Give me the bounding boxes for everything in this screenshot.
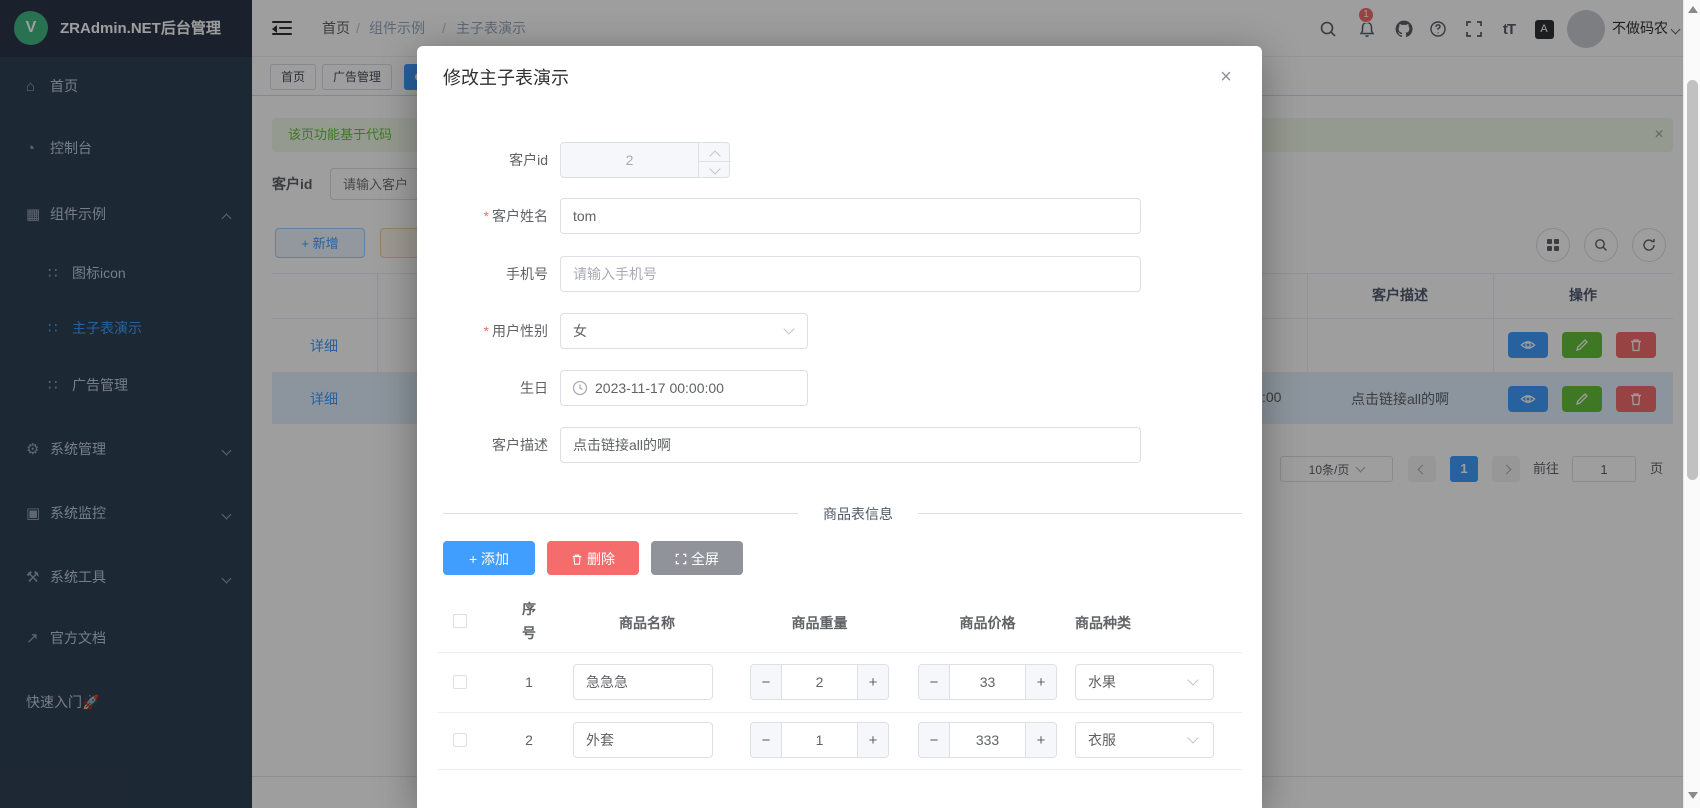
decrease-button[interactable]: − — [751, 723, 781, 757]
weight-value[interactable]: 2 — [781, 665, 858, 699]
increase-button[interactable]: + — [858, 723, 888, 757]
phone-input[interactable] — [560, 256, 1141, 292]
edit-dialog: 修改主子表演示 × 客户id 2 *客户姓名 手机号 *用户性别 女 生日 20… — [417, 46, 1262, 808]
gender-select[interactable]: 女 — [560, 313, 808, 349]
decrease-button[interactable]: − — [919, 723, 949, 757]
price-value[interactable]: 33 — [949, 665, 1026, 699]
row-seq: 2 — [513, 732, 545, 748]
section-title: 商品表信息 — [798, 504, 918, 524]
clock-icon — [572, 380, 588, 396]
customer-id-input: 2 — [560, 142, 698, 178]
field-label-customer-id: 客户id — [430, 142, 548, 178]
field-label-birthday: 生日 — [430, 370, 548, 406]
required-mark: * — [484, 323, 489, 339]
spinner-divider — [699, 161, 731, 162]
price-stepper: − 333 + — [918, 722, 1057, 758]
button-label: 删除 — [587, 551, 615, 567]
child-header-weight: 商品重量 — [750, 613, 889, 633]
dialog-title: 修改主子表演示 — [443, 64, 569, 90]
scroll-up-arrow[interactable] — [1688, 6, 1698, 13]
child-fullscreen-button[interactable]: 全屏 — [651, 541, 743, 575]
description-input[interactable] — [560, 427, 1141, 463]
table-border — [437, 712, 1242, 713]
product-name-input[interactable] — [573, 722, 713, 758]
product-name-input[interactable] — [573, 664, 713, 700]
select-all-checkbox[interactable] — [453, 614, 467, 628]
decrease-button[interactable]: − — [919, 665, 949, 699]
price-value[interactable]: 333 — [949, 723, 1026, 757]
child-header-seq: 序号 — [513, 599, 545, 643]
browser-scrollbar[interactable] — [1683, 0, 1700, 808]
spinner-down-icon[interactable] — [709, 163, 720, 174]
table-border — [437, 652, 1242, 653]
app-root: V ZRAdmin.NET后台管理 ⌂首页 ◔控制台 ▦组件示例 ∷图标icon… — [0, 0, 1700, 808]
weight-stepper: − 2 + — [750, 664, 889, 700]
child-header-type: 商品种类 — [1075, 613, 1214, 633]
section-divider — [918, 513, 1242, 514]
field-label-description: 客户描述 — [430, 427, 548, 463]
child-delete-button[interactable]: 删除 — [547, 541, 639, 575]
field-label-gender: *用户性别 — [430, 313, 548, 349]
weight-value[interactable]: 1 — [781, 723, 858, 757]
child-header-name: 商品名称 — [573, 613, 721, 633]
section-divider — [443, 513, 798, 514]
increase-button[interactable]: + — [858, 665, 888, 699]
table-border — [437, 769, 1242, 770]
birthday-date-input[interactable]: 2023-11-17 00:00:00 — [560, 370, 808, 406]
scroll-down-arrow[interactable] — [1688, 792, 1698, 799]
row-checkbox[interactable] — [453, 733, 467, 747]
field-label-phone: 手机号 — [430, 256, 548, 292]
customer-name-input[interactable] — [560, 198, 1141, 234]
increase-button[interactable]: + — [1026, 723, 1056, 757]
field-label-customer-name: *客户姓名 — [430, 198, 548, 234]
child-header-price: 商品价格 — [918, 613, 1057, 633]
row-seq: 1 — [513, 674, 545, 690]
button-label: 全屏 — [691, 551, 719, 567]
required-mark: * — [484, 208, 489, 224]
number-spinner[interactable] — [698, 142, 730, 178]
increase-button[interactable]: + — [1026, 665, 1056, 699]
row-checkbox[interactable] — [453, 675, 467, 689]
scrollbar-thumb[interactable] — [1687, 80, 1698, 480]
child-add-button[interactable]: + 添加 — [443, 541, 535, 575]
price-stepper: − 33 + — [918, 664, 1057, 700]
decrease-button[interactable]: − — [751, 665, 781, 699]
label-text: 用户性别 — [492, 323, 548, 339]
weight-stepper: − 1 + — [750, 722, 889, 758]
dialog-close-icon[interactable]: × — [1212, 64, 1240, 92]
label-text: 客户姓名 — [492, 208, 548, 224]
